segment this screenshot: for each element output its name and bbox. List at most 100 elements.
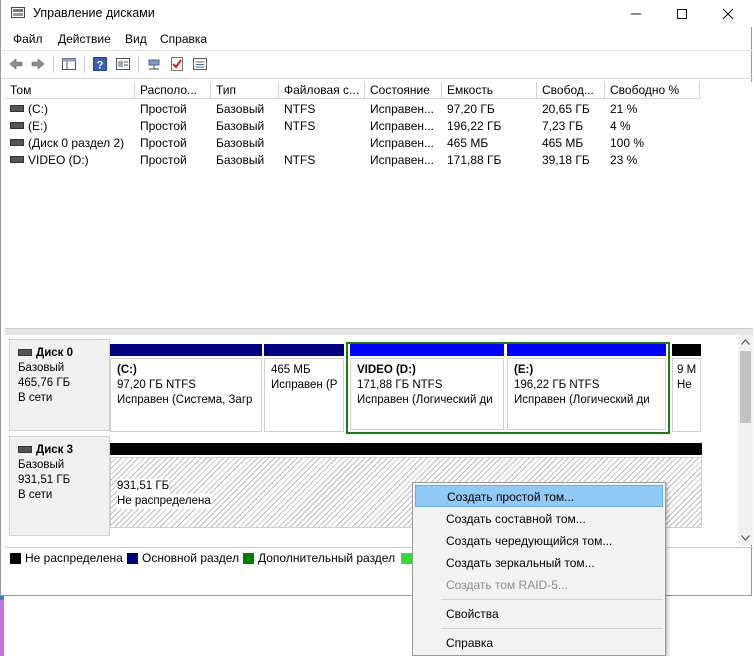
legend-swatch-unallocated <box>10 553 21 564</box>
cell-type: Базовый <box>216 153 265 167</box>
col-header-free[interactable]: Свобод... <box>537 82 605 99</box>
col-header-volume[interactable]: Том <box>5 82 135 99</box>
drive-icon <box>10 156 24 164</box>
checkmark-icon[interactable] <box>169 56 185 72</box>
cell-free: 20,65 ГБ <box>542 102 590 116</box>
cell-status: Исправен... <box>370 119 435 133</box>
disk-3-label[interactable]: Диск 3 Базовый 931,51 ГБ В сети <box>9 436 110 536</box>
col-header-status[interactable]: Состояние <box>365 82 442 99</box>
connect-icon[interactable] <box>146 56 162 72</box>
menu-item-help[interactable]: Справка <box>415 632 663 654</box>
legend-swatch-free <box>401 553 412 564</box>
minimize-icon <box>631 13 641 15</box>
col-header-capacity[interactable]: Емкость <box>442 82 537 99</box>
partition-c[interactable]: (C:) 97,20 ГБ NTFS Исправен (Система, За… <box>110 344 262 432</box>
close-icon <box>722 8 734 20</box>
cell-capacity: 196,22 ГБ <box>447 119 502 133</box>
menu-file[interactable]: Файл <box>13 32 43 46</box>
cell-filesystem: NTFS <box>284 153 316 167</box>
partition-title: (C:) <box>117 364 137 376</box>
scroll-down-icon[interactable] <box>741 535 750 541</box>
menu-item-properties[interactable]: Свойства <box>415 603 663 625</box>
col-header-type[interactable]: Тип <box>211 82 279 99</box>
cell-capacity: 97,20 ГБ <box>447 102 495 116</box>
partition-disk0-2[interactable]: 465 МБ Исправен (Р <box>264 344 344 432</box>
menu-help[interactable]: Справка <box>160 32 207 46</box>
partition-bar-unallocated <box>110 443 702 455</box>
partition-status: Не распределена <box>117 494 211 509</box>
cell-type: Базовый <box>216 119 265 133</box>
cell-volume: VIDEO (D:) <box>5 152 135 168</box>
menu-view[interactable]: Вид <box>125 32 147 46</box>
toolbar: ? <box>1 50 753 79</box>
cell-filesystem <box>279 135 365 151</box>
partition-status: Исправен (Система, Загр <box>117 394 253 406</box>
partition-e[interactable]: (E:) 196,22 ГБ NTFS Исправен (Логический… <box>507 344 666 430</box>
partition-status: Исправен (Р <box>271 379 338 391</box>
partition-title: (E:) <box>514 364 534 376</box>
col-header-free-percent[interactable]: Свободно % <box>605 82 700 99</box>
menu-item-create-raid5-volume: Создать том RAID-5... <box>446 578 568 592</box>
back-icon[interactable] <box>8 56 24 72</box>
properties-icon[interactable] <box>115 56 131 72</box>
cell-status: Исправен... <box>370 153 435 167</box>
partition-bar-primary <box>264 344 344 356</box>
toolbar-separator <box>138 56 139 73</box>
cell-free: 7,23 ГБ <box>542 119 584 133</box>
toolbar-separator <box>84 56 85 73</box>
cell-type: Базовый <box>216 136 265 150</box>
menu-separator <box>441 599 663 600</box>
partition-bar-logical <box>350 344 504 356</box>
cell-filesystem: NTFS <box>284 102 316 116</box>
cell-volume: (Диск 0 раздел 2) <box>5 135 135 151</box>
cell-free: 465 МБ <box>542 136 584 150</box>
cell-status: Исправен... <box>370 102 435 116</box>
drive-icon <box>10 139 24 147</box>
close-button[interactable] <box>705 0 751 27</box>
maximize-button[interactable] <box>659 0 705 27</box>
disk-management-app-icon <box>11 7 25 18</box>
console-tree-icon[interactable] <box>61 56 77 72</box>
cell-layout: Простой <box>140 136 187 150</box>
cell-free: 39,18 ГБ <box>542 153 590 167</box>
partition-video-d[interactable]: VIDEO (D:) 171,88 ГБ NTFS Исправен (Логи… <box>350 344 504 430</box>
partition-size: 931,51 ГБ <box>117 479 170 494</box>
forward-icon[interactable] <box>30 56 46 72</box>
menu-item-create-mirrored-volume[interactable]: Создать зеркальный том... <box>415 552 663 574</box>
partition-unallocated-small[interactable]: 9 М Не <box>672 344 701 432</box>
help-icon[interactable]: ? <box>92 56 108 72</box>
menu-item-create-striped-volume[interactable]: Создать чередующийся том... <box>415 530 663 552</box>
partition-size: 171,88 ГБ NTFS <box>357 379 443 391</box>
cell-layout: Простой <box>140 119 187 133</box>
scrollbar-thumb[interactable] <box>740 351 751 423</box>
col-header-filesystem[interactable]: Файловая с... <box>279 82 365 99</box>
minimize-button[interactable] <box>613 0 659 27</box>
partition-size: 465 МБ <box>271 364 311 376</box>
legend-unallocated: Не распределена <box>25 551 123 565</box>
cell-free-percent: 4 % <box>610 119 631 133</box>
cell-layout: Простой <box>140 102 187 116</box>
drive-icon <box>10 122 24 130</box>
window-title: Управление дисками <box>33 6 155 20</box>
disk-0-label[interactable]: Диск 0 Базовый 465,76 ГБ В сети <box>9 339 110 431</box>
list-icon[interactable] <box>192 56 208 72</box>
partition-status: Исправен (Логический ди <box>357 394 493 406</box>
cell-layout: Простой <box>140 153 187 167</box>
disk-icon <box>18 349 32 357</box>
graph-scrollbar[interactable] <box>738 335 753 545</box>
menu-item-create-simple-volume[interactable]: Создать простой том... <box>415 485 663 507</box>
cell-status: Исправен... <box>370 136 435 150</box>
menu-separator <box>441 628 663 629</box>
partition-size: 97,20 ГБ NTFS <box>117 379 196 391</box>
partition-title: VIDEO (D:) <box>357 364 416 376</box>
menu-item-create-spanned-volume[interactable]: Создать составной том... <box>415 508 663 530</box>
col-header-layout[interactable]: Располо... <box>135 82 211 99</box>
cell-free-percent: 21 % <box>610 102 638 116</box>
legend-swatch-extended <box>243 553 254 564</box>
partition-bar-unallocated <box>672 344 701 356</box>
partition-bar-primary <box>110 344 262 356</box>
menu-action[interactable]: Действие <box>58 32 111 46</box>
scroll-up-icon[interactable] <box>741 339 750 345</box>
legend-extended: Дополнительный раздел <box>258 551 396 565</box>
desktop-edge-left-lower <box>0 600 4 656</box>
